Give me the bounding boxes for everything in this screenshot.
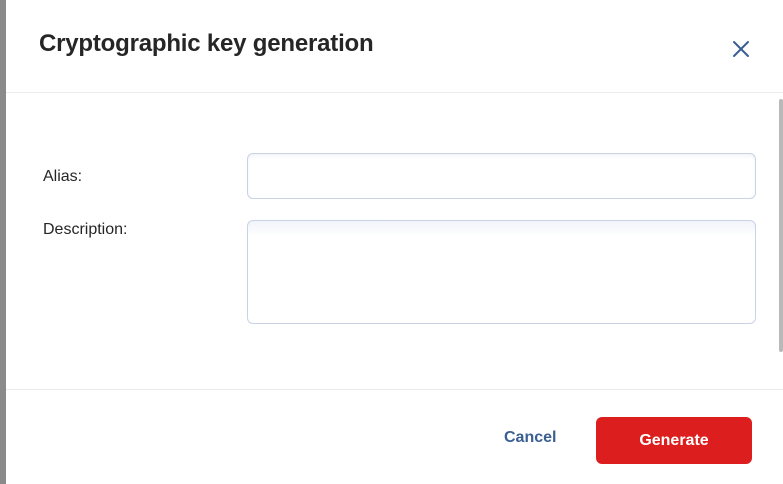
alias-input[interactable] (247, 153, 756, 199)
dialog-header: Cryptographic key generation (6, 0, 783, 93)
cancel-button[interactable]: Cancel (504, 429, 556, 447)
alias-label: Alias: (43, 168, 83, 185)
description-label: Description: (43, 221, 128, 238)
window: Cryptographic key generation Alias: Desc… (0, 0, 783, 484)
key-generation-dialog: Cryptographic key generation Alias: Desc… (6, 0, 783, 484)
generate-button-label: Generate (639, 431, 709, 449)
dialog-scrollbar[interactable] (779, 99, 783, 352)
description-input[interactable] (247, 220, 756, 324)
dialog-title: Cryptographic key generation (39, 30, 374, 57)
close-icon[interactable] (728, 36, 754, 62)
generate-button[interactable]: Generate (596, 417, 752, 464)
dialog-footer: Cancel Generate (6, 389, 783, 484)
dialog-body: Alias: Description: (6, 93, 783, 389)
